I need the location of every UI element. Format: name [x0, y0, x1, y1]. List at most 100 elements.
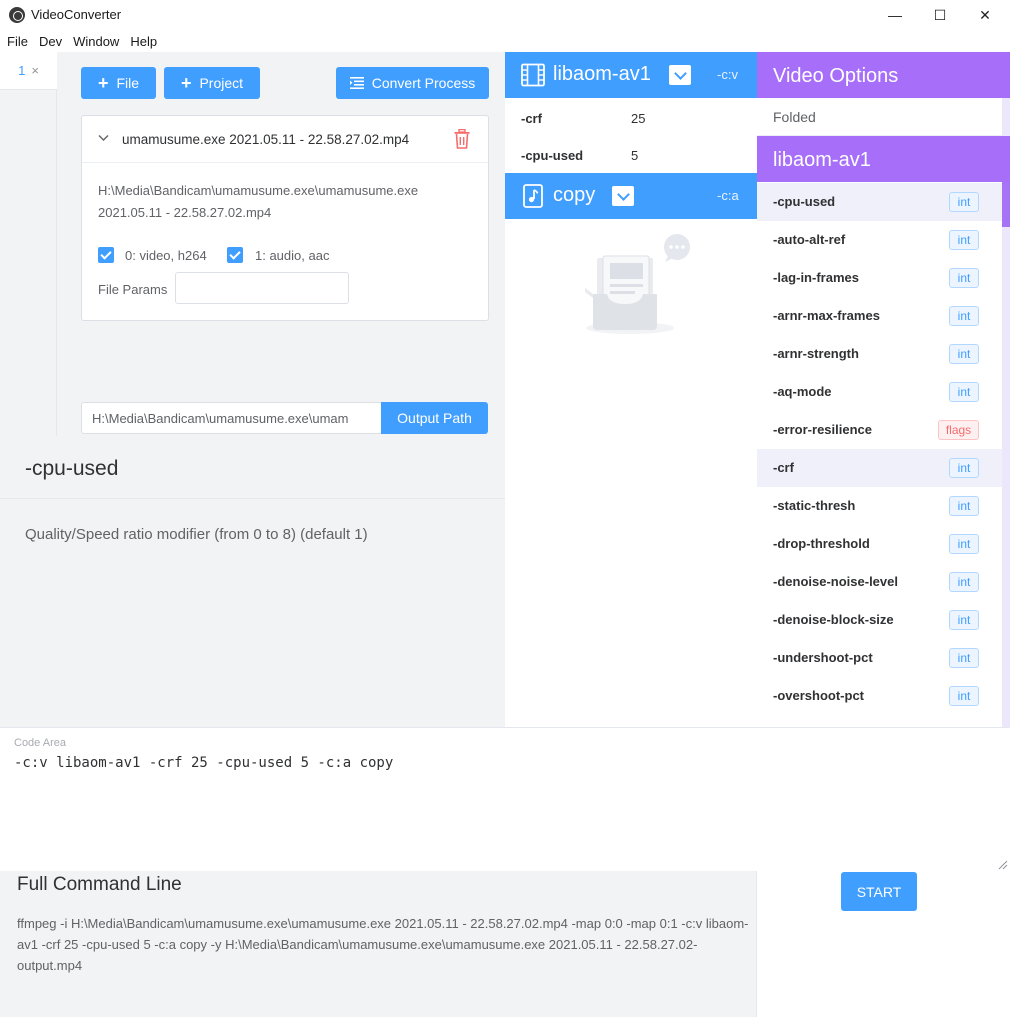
- option-type-tag: int: [949, 306, 979, 326]
- option-row[interactable]: -cpu-used int: [757, 183, 1002, 221]
- audio-encoder-name: copy: [553, 184, 596, 206]
- chevron-down-icon[interactable]: [98, 130, 109, 145]
- add-file-label: File: [116, 75, 140, 91]
- param-crf-name: -crf: [521, 111, 542, 126]
- convert-process-label: Convert Process: [371, 75, 476, 91]
- minimize-button[interactable]: —: [872, 0, 918, 30]
- param-crf-value[interactable]: 25: [631, 111, 645, 126]
- option-name: -cpu-used: [773, 194, 836, 209]
- video-options-header: Video Options: [757, 52, 1010, 98]
- list-icon: [349, 77, 364, 89]
- option-name: -lag-in-frames: [773, 270, 859, 285]
- option-name: -aq-mode: [773, 384, 832, 399]
- option-row[interactable]: -static-thresh int: [757, 487, 1002, 525]
- code-area-label: Code Area: [14, 737, 66, 749]
- code-area[interactable]: [0, 727, 1010, 871]
- option-name: -overshoot-pct: [773, 688, 864, 703]
- option-row[interactable]: -undershoot-pct int: [757, 639, 1002, 677]
- option-row[interactable]: -denoise-block-size int: [757, 601, 1002, 639]
- title-bar: [0, 0, 1010, 30]
- option-row[interactable]: -aq-mode int: [757, 373, 1002, 411]
- file-name: umamusume.exe 2021.05.11 - 22.58.27.02.m…: [122, 132, 410, 147]
- option-row[interactable]: -lag-in-frames int: [757, 259, 1002, 297]
- option-row[interactable]: -arnr-max-frames int: [757, 297, 1002, 335]
- file-card-header[interactable]: umamusume.exe 2021.05.11 - 22.58.27.02.m…: [82, 116, 488, 163]
- menu-dev[interactable]: Dev: [39, 30, 62, 52]
- video-encoder-flag: -c:v: [717, 67, 738, 82]
- close-window-button[interactable]: ✕: [962, 0, 1008, 30]
- file-params-label: File Params: [98, 282, 168, 297]
- maximize-button[interactable]: ☐: [917, 0, 963, 30]
- code-text[interactable]: -c:v libaom-av1 -crf 25 -cpu-used 5 -c:a…: [14, 755, 393, 771]
- option-type-tag: int: [949, 648, 979, 668]
- menu-file[interactable]: File: [7, 30, 28, 52]
- command-text: ffmpeg -i H:\Media\Bandicam\umamusume.ex…: [17, 916, 749, 973]
- convert-process-button[interactable]: Convert Process: [336, 67, 489, 99]
- option-name: -crf: [773, 460, 794, 475]
- start-button[interactable]: START: [841, 872, 917, 911]
- stream-0-checkbox[interactable]: [98, 247, 114, 263]
- film-icon: [521, 63, 545, 87]
- menu-help[interactable]: Help: [130, 30, 157, 52]
- library-header: libaom-av1: [757, 136, 1010, 182]
- file-card: umamusume.exe 2021.05.11 - 22.58.27.02.m…: [81, 115, 489, 321]
- help-description: Quality/Speed ratio modifier (from 0 to …: [25, 526, 368, 543]
- tab-label: 1: [18, 63, 26, 78]
- option-row[interactable]: -auto-alt-ref int: [757, 221, 1002, 259]
- option-row[interactable]: -drop-threshold int: [757, 525, 1002, 563]
- app-logo-icon: [9, 7, 25, 23]
- output-path-button[interactable]: Output Path: [381, 402, 488, 434]
- tab-1[interactable]: 1 ×: [0, 52, 57, 90]
- option-name: -auto-alt-ref: [773, 232, 846, 247]
- option-name: -denoise-block-size: [773, 612, 894, 627]
- video-encoder-name: libaom-av1: [553, 63, 651, 85]
- plus-icon: +: [180, 73, 192, 93]
- param-cpu-used-value[interactable]: 5: [631, 148, 638, 163]
- option-type-tag: int: [949, 344, 979, 364]
- option-type-tag: int: [949, 458, 979, 478]
- stream-1-checkbox[interactable]: [227, 247, 243, 263]
- tab-close-icon[interactable]: ×: [31, 63, 39, 78]
- plus-icon: +: [97, 73, 109, 93]
- option-name: -error-resilience: [773, 422, 872, 437]
- option-row[interactable]: -arnr-strength int: [757, 335, 1002, 373]
- file-params-input[interactable]: [175, 272, 349, 304]
- option-type-tag: flags: [938, 420, 979, 440]
- menu-window[interactable]: Window: [73, 30, 119, 52]
- option-row[interactable]: -crf int: [757, 449, 1002, 487]
- add-file-button[interactable]: + File: [81, 67, 156, 99]
- empty-inbox-icon: [585, 234, 695, 334]
- param-cpu-used-name: -cpu-used: [521, 148, 584, 163]
- option-name: -denoise-noise-level: [773, 574, 898, 589]
- trash-icon[interactable]: [454, 128, 470, 149]
- add-project-button[interactable]: + Project: [164, 67, 260, 99]
- file-path: H:\Media\Bandicam\umamusume.exe\umamusum…: [98, 183, 419, 220]
- option-name: -drop-threshold: [773, 536, 870, 551]
- folded-toggle[interactable]: Folded: [757, 98, 1002, 136]
- video-encoder-dropdown[interactable]: [669, 65, 691, 85]
- option-name: -arnr-max-frames: [773, 308, 880, 323]
- option-type-tag: int: [949, 686, 979, 706]
- audio-encoder-dropdown[interactable]: [612, 186, 634, 206]
- option-type-tag: int: [949, 382, 979, 402]
- option-name: -static-thresh: [773, 498, 856, 513]
- video-encoder-header: libaom-av1 -c:v: [505, 52, 757, 98]
- output-path-input[interactable]: H:\Media\Bandicam\umamusume.exe\umam: [81, 402, 382, 434]
- option-row[interactable]: -overshoot-pct int: [757, 677, 1002, 715]
- option-name: -arnr-strength: [773, 346, 859, 361]
- option-type-tag: int: [949, 230, 979, 250]
- window-title: VideoConverter: [31, 7, 122, 22]
- option-type-tag: int: [949, 496, 979, 516]
- option-row[interactable]: -denoise-noise-level int: [757, 563, 1002, 601]
- add-project-label: Project: [199, 75, 244, 91]
- option-type-tag: int: [949, 610, 979, 630]
- resize-grip-icon[interactable]: [996, 857, 1008, 870]
- menu-bar: File Dev Window Help: [0, 30, 1010, 52]
- music-note-icon: [521, 184, 545, 208]
- option-type-tag: int: [949, 572, 979, 592]
- stream-1-label: 1: audio, aac: [255, 248, 330, 263]
- option-row[interactable]: -error-resilience flags: [757, 411, 1002, 449]
- command-title: Full Command Line: [17, 874, 182, 895]
- stream-0-label: 0: video, h264: [125, 248, 207, 263]
- divider: [0, 498, 505, 499]
